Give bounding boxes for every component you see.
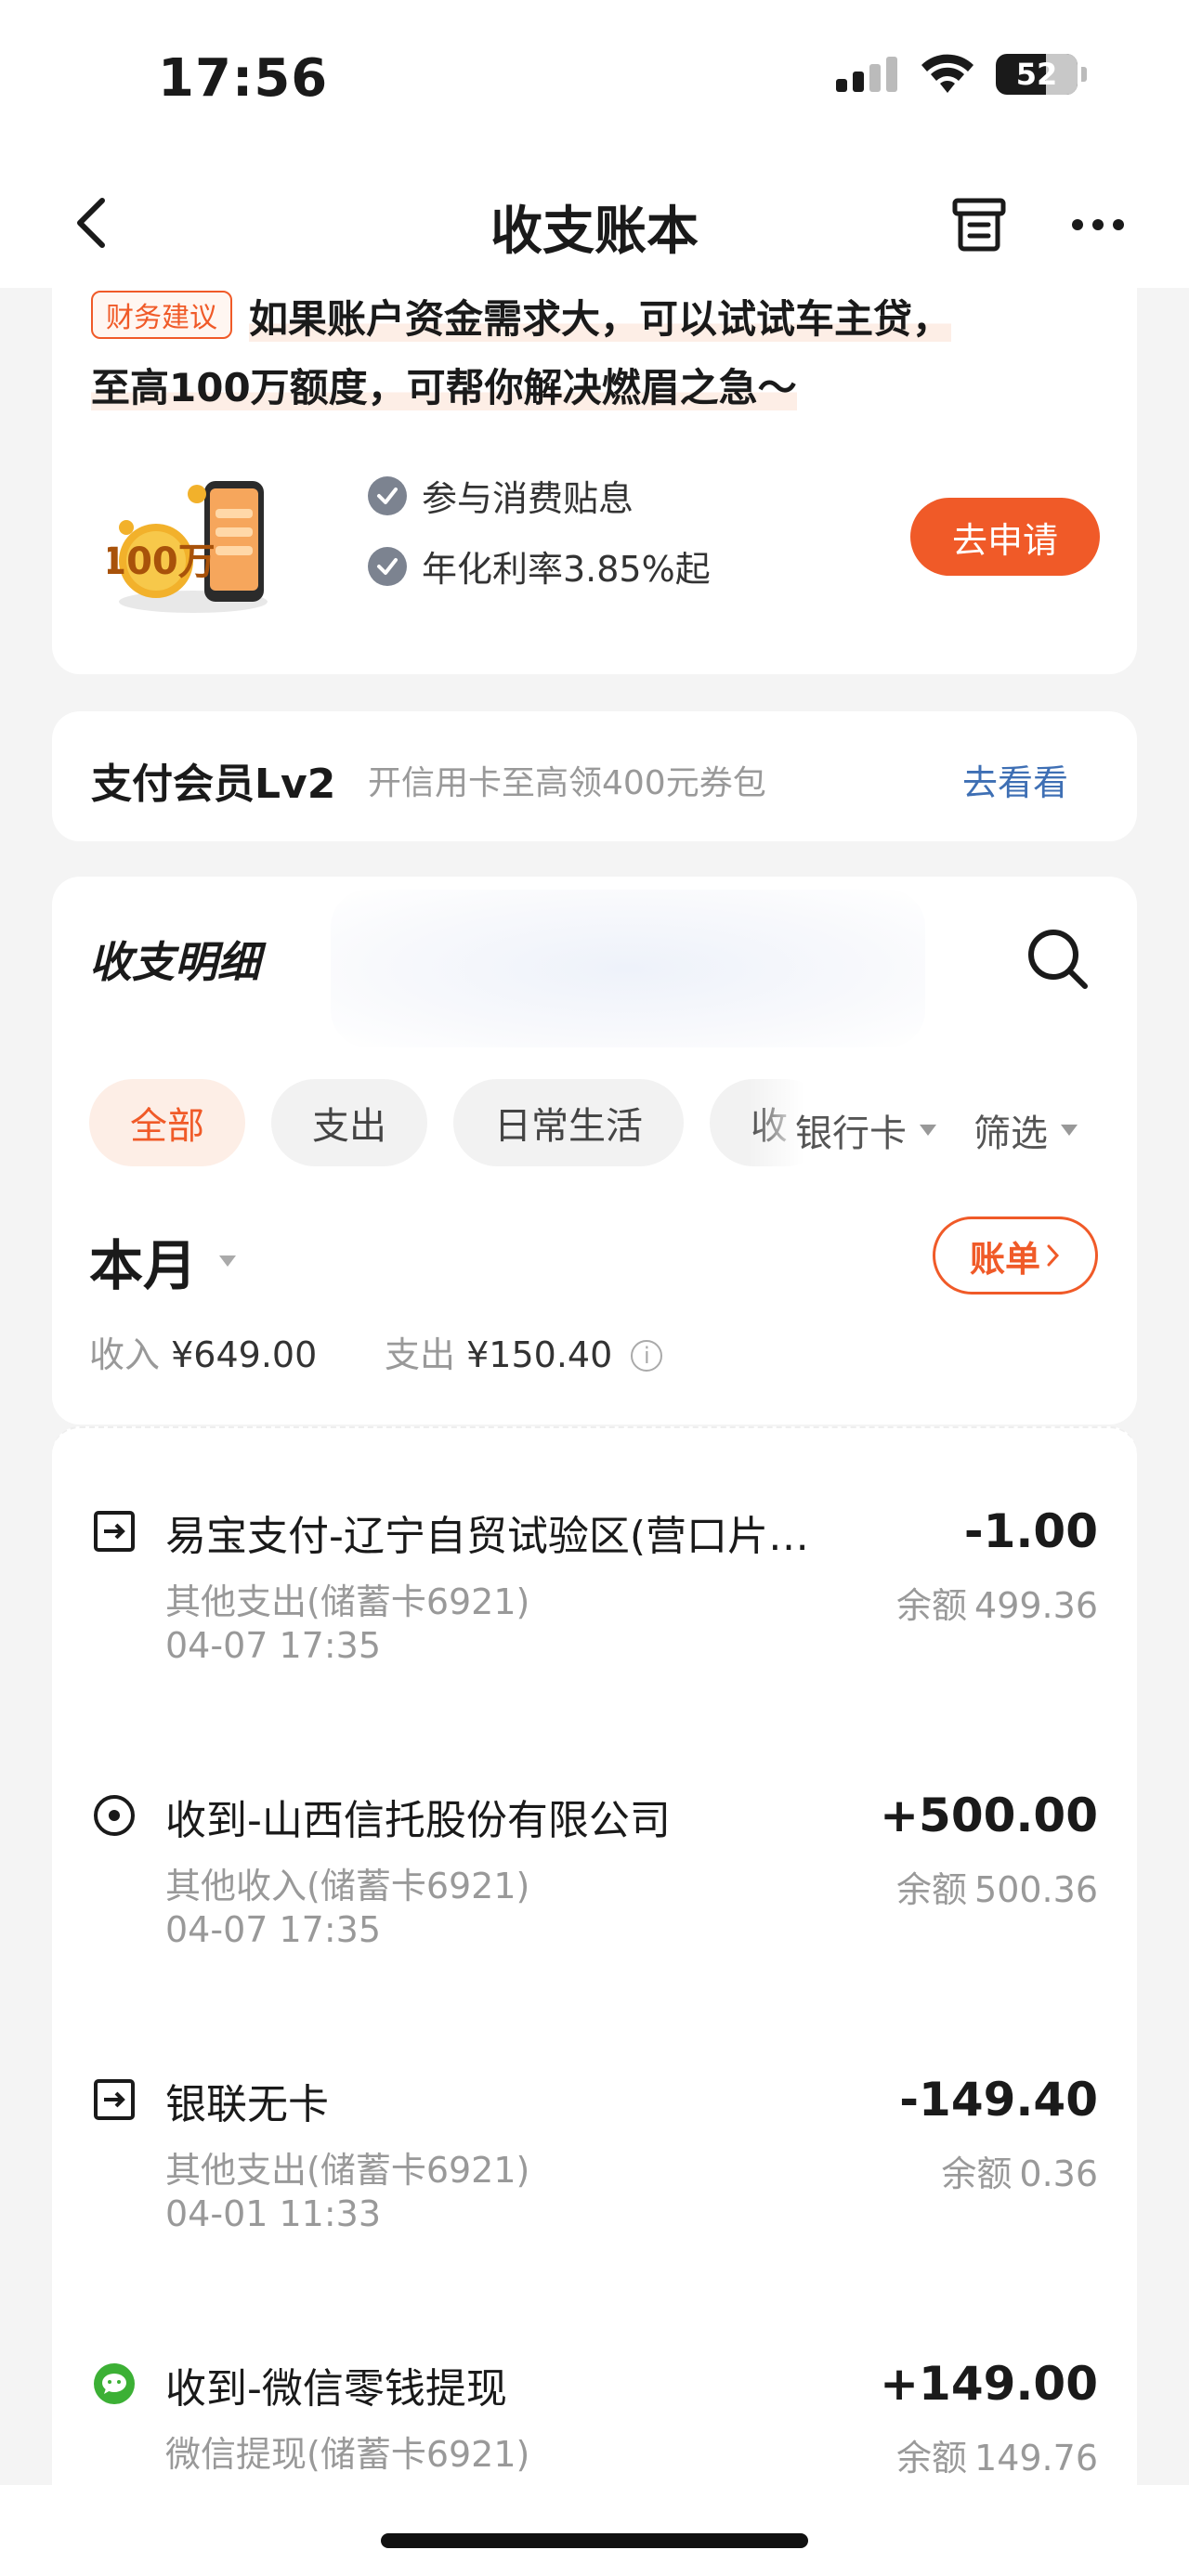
blurred-banner <box>331 890 925 1047</box>
transaction-balance: 余额 0.36 <box>941 2153 1098 2194</box>
member-level: 支付会员Lv2 <box>91 761 336 808</box>
transaction-time: 04-07 17:35 <box>165 1909 382 1950</box>
archive-icon[interactable] <box>949 197 1009 253</box>
apply-button[interactable]: 去申请 <box>910 498 1100 576</box>
expense-label: 支出 <box>385 1334 456 1375</box>
transaction-balance: 余额 149.76 <box>896 2438 1098 2478</box>
transaction-row[interactable]: 银联无卡 其他支出(储蓄卡6921) 04-01 11:33 -149.40 余… <box>52 1997 1137 2275</box>
transaction-name: 易宝支付-辽宁自贸试验区(营口片… <box>165 1513 810 1560</box>
caret-down-icon <box>920 1125 936 1136</box>
battery-icon: 52 <box>996 54 1078 95</box>
member-card[interactable]: 支付会员Lv2 开信用卡至高领400元券包 去看看 <box>52 711 1137 841</box>
transaction-amount: -1.00 <box>963 1504 1098 1558</box>
transaction-name: 收到-微信零钱提现 <box>165 2365 507 2413</box>
transaction-amount: -149.40 <box>899 2073 1098 2127</box>
month-selector[interactable]: 本月 <box>89 1222 237 1300</box>
status-icons: 52 <box>834 54 1087 95</box>
tab-all[interactable]: 全部 <box>89 1079 245 1166</box>
bill-button[interactable]: 账单 <box>933 1216 1098 1295</box>
detail-title: 收支明细 <box>89 937 260 987</box>
status-time: 17:56 <box>158 48 329 109</box>
transaction-amount: +500.00 <box>880 1789 1098 1842</box>
transaction-category: 其他支出(储蓄卡6921) <box>165 2150 530 2191</box>
tab-daily-life[interactable]: 日常生活 <box>453 1079 684 1166</box>
transaction-time: 04-01 11:33 <box>165 2193 382 2234</box>
caret-down-icon <box>219 1255 237 1267</box>
expense-icon <box>94 1511 135 1552</box>
filter-dropdown[interactable]: 筛选 <box>973 1103 1078 1157</box>
check-icon <box>368 475 407 515</box>
benefit-item: 参与消费贴息 <box>368 470 634 521</box>
detail-card: 收支明细 全部 支出 日常生活 收 银行卡 筛选 本月 账单 收入 ¥649.0… <box>52 877 1137 1425</box>
wifi-icon <box>921 54 973 93</box>
check-icon <box>368 546 407 586</box>
advice-line-2: 至高100万额度，可帮你解决燃眉之急～ <box>91 357 797 413</box>
transaction-row[interactable]: 收到-山西信托股份有限公司 其他收入(储蓄卡6921) 04-07 17:35 … <box>52 1712 1137 1991</box>
filter-label: 筛选 <box>973 1112 1048 1155</box>
battery-level: 52 <box>1015 57 1058 92</box>
info-icon[interactable]: i <box>631 1340 663 1372</box>
tab-expense[interactable]: 支出 <box>271 1079 427 1166</box>
bill-label: 账单 <box>969 1238 1040 1280</box>
income-label: 收入 <box>89 1334 161 1375</box>
expense-summary: 支出 ¥150.40 i <box>385 1326 663 1377</box>
transaction-name: 收到-山西信托股份有限公司 <box>165 1797 671 1844</box>
transaction-balance: 余额 499.36 <box>896 1585 1098 1626</box>
income-summary: 收入 ¥649.00 <box>89 1326 317 1377</box>
benefit-item: 年化利率3.85%起 <box>368 540 711 592</box>
more-icon[interactable] <box>1070 214 1126 236</box>
view-member-link[interactable]: 去看看 <box>962 754 1068 805</box>
signal-icon <box>836 57 897 92</box>
transaction-list: 易宝支付-辽宁自贸试验区(营口片… 其他支出(储蓄卡6921) 04-07 17… <box>52 1426 1137 2485</box>
expense-icon <box>94 2079 135 2120</box>
caret-down-icon <box>1061 1125 1078 1136</box>
transaction-name: 银联无卡 <box>165 2081 329 2128</box>
battery-tip <box>1081 67 1087 82</box>
chevron-right-icon <box>1047 1244 1060 1267</box>
advice-line-1: 财务建议 如果账户资金需求大，可以试试车主贷， <box>91 288 952 345</box>
benefit-label: 参与消费贴息 <box>422 478 634 519</box>
transaction-category: 其他收入(储蓄卡6921) <box>165 1866 530 1906</box>
income-icon <box>94 1795 135 1836</box>
bank-card-filter-label: 银行卡 <box>795 1112 907 1155</box>
transaction-amount: +149.00 <box>880 2357 1098 2411</box>
bank-card-filter[interactable]: 银行卡 <box>795 1103 936 1157</box>
loan-coin-image: 100万 <box>108 481 268 613</box>
status-bar: 17:56 52 <box>0 0 1189 158</box>
home-indicator[interactable] <box>381 2533 808 2548</box>
search-icon[interactable] <box>1024 925 1091 992</box>
month-label: 本月 <box>89 1234 198 1297</box>
advice-text-1: 如果账户资金需求大，可以试试车主贷， <box>249 296 952 342</box>
category-tabs: 全部 支出 日常生活 收 <box>89 1079 804 1166</box>
benefit-label: 年化利率3.85%起 <box>422 549 711 590</box>
transaction-balance: 余额 500.36 <box>896 1869 1098 1910</box>
income-value: ¥649.00 <box>171 1334 318 1375</box>
advice-tag: 财务建议 <box>91 291 232 339</box>
advice-text-2: 至高100万额度，可帮你解决燃眉之急～ <box>91 365 797 410</box>
wechat-icon <box>94 2363 135 2404</box>
transaction-row[interactable]: 易宝支付-辽宁自贸试验区(营口片… 其他支出(储蓄卡6921) 04-07 17… <box>52 1428 1137 1707</box>
home-area <box>0 2485 1189 2576</box>
transaction-category: 其他支出(储蓄卡6921) <box>165 1581 530 1622</box>
expense-value: ¥150.40 <box>466 1334 613 1375</box>
coin-label: 100万 <box>108 540 216 583</box>
member-promo: 开信用卡至高领400元券包 <box>368 764 766 802</box>
loan-suggestion-card: 财务建议 如果账户资金需求大，可以试试车主贷， 至高100万额度，可帮你解决燃眉之… <box>52 260 1137 674</box>
transaction-category: 微信提现(储蓄卡6921) <box>165 2434 530 2475</box>
transaction-time: 04-07 17:35 <box>165 1625 382 1666</box>
page-title: 收支账本 <box>490 202 699 262</box>
